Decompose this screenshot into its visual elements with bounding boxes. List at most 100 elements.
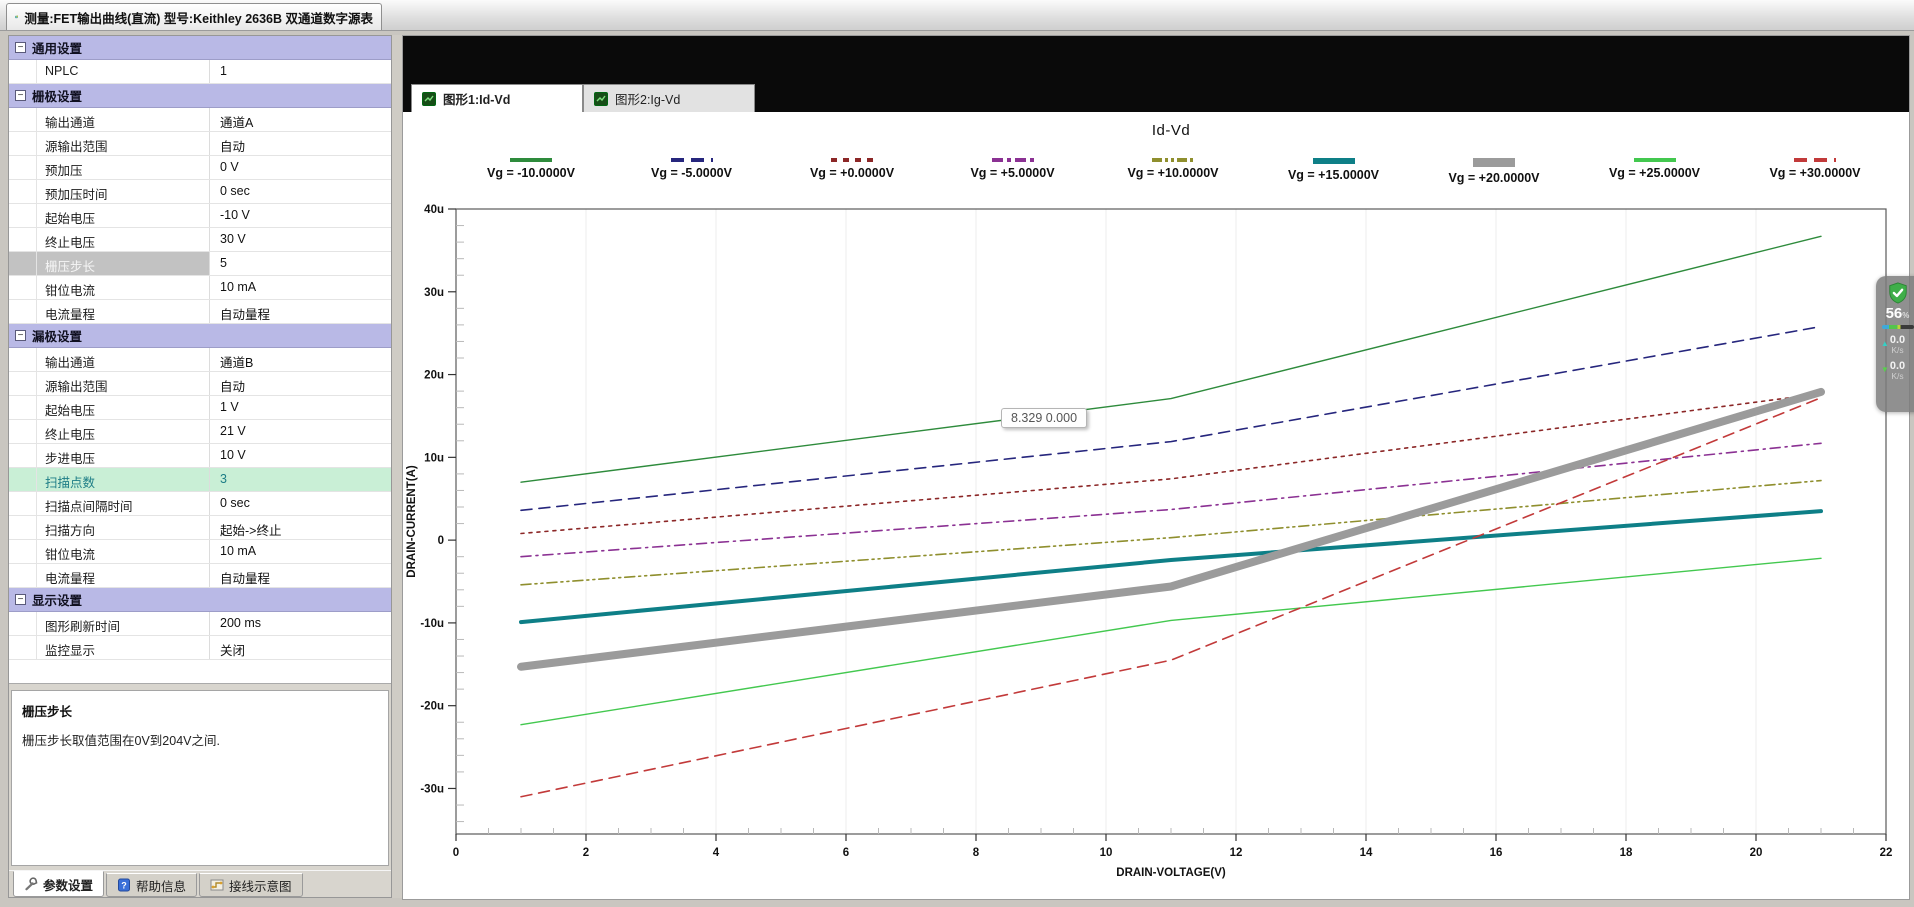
- property-row[interactable]: 扫描点间隔时间0 sec: [9, 492, 391, 516]
- legend-label: Vg = -5.0000V: [651, 166, 732, 180]
- legend-swatch: [510, 158, 552, 162]
- tab-graph1-id-vd[interactable]: 图形1:Id-Vd: [411, 84, 583, 112]
- property-row[interactable]: 源输出范围自动: [9, 132, 391, 156]
- collapse-icon[interactable]: −: [15, 594, 26, 605]
- property-value[interactable]: 自动: [210, 372, 391, 395]
- graph-icon: [422, 92, 436, 106]
- section-header[interactable]: −栅极设置: [9, 84, 391, 108]
- property-value[interactable]: 关闭: [210, 636, 391, 659]
- property-label: 终止电压: [37, 420, 210, 443]
- property-row[interactable]: 终止电压30 V: [9, 228, 391, 252]
- panel-splitter[interactable]: [392, 35, 402, 898]
- property-value[interactable]: 10 V: [210, 444, 391, 467]
- property-row[interactable]: 钳位电流10 mA: [9, 540, 391, 564]
- legend-label: Vg = +30.0000V: [1769, 166, 1860, 180]
- property-label: 输出通道: [37, 108, 210, 131]
- property-row[interactable]: 预加压0 V: [9, 156, 391, 180]
- legend-swatch: [1473, 158, 1515, 167]
- legend-label: Vg = -10.0000V: [487, 166, 575, 180]
- property-row[interactable]: 起始电压-10 V: [9, 204, 391, 228]
- property-value[interactable]: 自动: [210, 132, 391, 155]
- property-row[interactable]: 扫描方向起始->终止: [9, 516, 391, 540]
- property-row[interactable]: 输出通道通道B: [9, 348, 391, 372]
- property-value[interactable]: 0 sec: [210, 492, 391, 515]
- property-value[interactable]: 1 V: [210, 396, 391, 419]
- property-row[interactable]: 电流量程自动量程: [9, 564, 391, 588]
- legend-item: Vg = +25.0000V: [1591, 158, 1719, 185]
- property-row[interactable]: 图形刷新时间200 ms: [9, 612, 391, 636]
- property-row[interactable]: 起始电压1 V: [9, 396, 391, 420]
- tab-parameter-settings[interactable]: 参数设置: [13, 871, 104, 897]
- app-icon: [15, 9, 18, 25]
- svg-text:40u: 40u: [424, 204, 444, 216]
- section-header[interactable]: −漏极设置: [9, 324, 391, 348]
- wiring-diagram-icon: [210, 878, 224, 892]
- property-row[interactable]: NPLC1: [9, 60, 391, 84]
- monitor-usage-bar: [1882, 325, 1914, 329]
- property-value[interactable]: 10 mA: [210, 540, 391, 563]
- legend-item: Vg = -5.0000V: [628, 158, 756, 185]
- row-margin: [9, 156, 37, 179]
- system-monitor-widget[interactable]: 56% ▲ 0.0 K/s ▼ 0.0 K/s: [1876, 276, 1914, 412]
- section-label: 栅极设置: [32, 86, 82, 105]
- property-value[interactable]: 0 V: [210, 156, 391, 179]
- property-row[interactable]: 钳位电流10 mA: [9, 276, 391, 300]
- property-row[interactable]: 终止电压21 V: [9, 420, 391, 444]
- property-value[interactable]: 3: [210, 468, 391, 491]
- svg-text:4: 4: [713, 847, 720, 859]
- property-label: 源输出范围: [37, 132, 210, 155]
- property-row[interactable]: 栅压步长5: [9, 252, 391, 276]
- property-value[interactable]: -10 V: [210, 204, 391, 227]
- window-title-tab[interactable]: 测量:FET输出曲线(直流) 型号:Keithley 2636B 双通道数字源表: [6, 3, 382, 30]
- section-header[interactable]: −显示设置: [9, 588, 391, 612]
- legend-swatch: [831, 158, 873, 162]
- collapse-icon[interactable]: −: [15, 42, 26, 53]
- property-row[interactable]: 监控显示关闭: [9, 636, 391, 660]
- tab-label: 参数设置: [43, 875, 93, 894]
- legend-swatch: [671, 158, 713, 162]
- chart-area: Id-Vd Vg = -10.0000VVg = -5.0000VVg = +0…: [403, 112, 1909, 899]
- row-margin: [9, 60, 37, 83]
- property-row[interactable]: 输出通道通道A: [9, 108, 391, 132]
- row-margin: [9, 348, 37, 371]
- property-label: 预加压时间: [37, 180, 210, 203]
- tab-help-info[interactable]: ? 帮助信息: [106, 873, 197, 897]
- tab-wiring-diagram[interactable]: 接线示意图: [199, 873, 303, 897]
- plot: 40u30u20u10u0-10u-20u-30u024681012141618…: [403, 204, 1903, 884]
- y-axis-label: DRAIN-CURRENT(A): [406, 465, 418, 578]
- legend-swatch: [1152, 158, 1194, 162]
- svg-text:22: 22: [1880, 847, 1893, 859]
- property-row[interactable]: 预加压时间0 sec: [9, 180, 391, 204]
- section-label: 显示设置: [32, 590, 82, 609]
- property-value[interactable]: 自动量程: [210, 300, 391, 323]
- property-row[interactable]: 步进电压10 V: [9, 444, 391, 468]
- collapse-icon[interactable]: −: [15, 330, 26, 341]
- collapse-icon[interactable]: −: [15, 90, 26, 101]
- section-label: 漏极设置: [32, 326, 82, 345]
- property-row[interactable]: 扫描点数3: [9, 468, 391, 492]
- property-value[interactable]: 21 V: [210, 420, 391, 443]
- property-row[interactable]: 电流量程自动量程: [9, 300, 391, 324]
- svg-text:-20u: -20u: [420, 701, 444, 713]
- tab-graph2-ig-vd[interactable]: 图形2:Ig-Vd: [583, 84, 755, 112]
- svg-text:-10u: -10u: [420, 618, 444, 630]
- legend-label: Vg = +25.0000V: [1609, 166, 1700, 180]
- left-bottom-tabbar: 参数设置 ? 帮助信息 接线示意图: [9, 870, 391, 897]
- property-value[interactable]: 通道B: [210, 348, 391, 371]
- property-value[interactable]: 200 ms: [210, 612, 391, 635]
- property-value[interactable]: 1: [210, 60, 391, 83]
- property-value[interactable]: 10 mA: [210, 276, 391, 299]
- property-value[interactable]: 起始->终止: [210, 516, 391, 539]
- section-header[interactable]: −通用设置: [9, 36, 391, 60]
- property-value[interactable]: 通道A: [210, 108, 391, 131]
- svg-text:0: 0: [453, 847, 459, 859]
- row-margin: [9, 396, 37, 419]
- property-value[interactable]: 0 sec: [210, 180, 391, 203]
- property-value[interactable]: 自动量程: [210, 564, 391, 587]
- svg-text:2: 2: [583, 847, 589, 859]
- svg-text:-30u: -30u: [420, 783, 444, 795]
- property-value[interactable]: 30 V: [210, 228, 391, 251]
- property-value[interactable]: 5: [210, 252, 391, 275]
- property-label: 步进电压: [37, 444, 210, 467]
- property-row[interactable]: 源输出范围自动: [9, 372, 391, 396]
